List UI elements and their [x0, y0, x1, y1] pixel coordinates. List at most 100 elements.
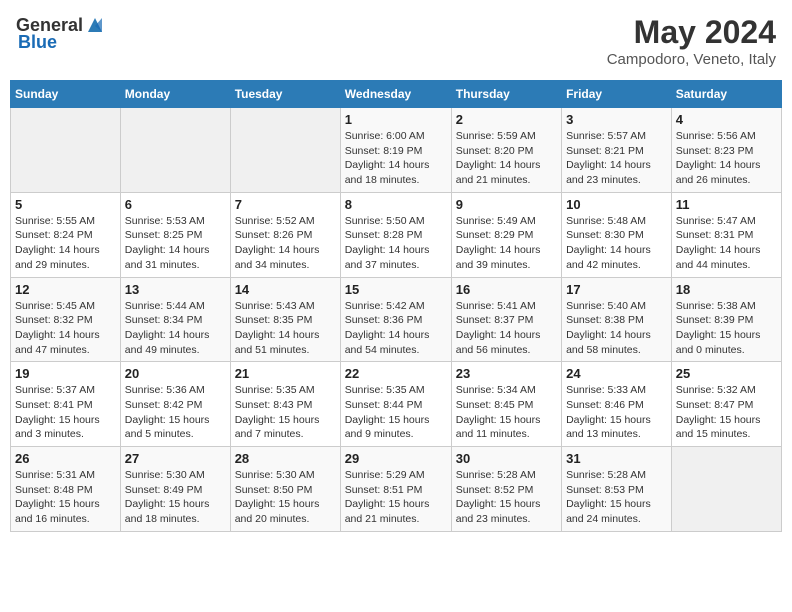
day-number: 7: [235, 197, 336, 212]
calendar-day-cell: [11, 108, 121, 193]
calendar-day-cell: 19 Sunrise: 5:37 AMSunset: 8:41 PMDayligh…: [11, 362, 121, 447]
calendar-day-cell: 29Sunrise: 5:29 AMSunset: 8:51 PMDayligh…: [340, 447, 451, 532]
calendar-day-cell: 23Sunrise: 5:34 AMSunset: 8:45 PMDayligh…: [451, 362, 561, 447]
day-info: Sunrise: 5:53 AMSunset: 8:25 PMDaylight:…: [125, 214, 226, 273]
day-number: 19: [15, 366, 116, 381]
calendar-day-cell: 25 Sunrise: 5:32 AMSunset: 8:47 PMDayligh…: [671, 362, 781, 447]
day-number: 15: [345, 282, 447, 297]
calendar-day-cell: 26 Sunrise: 5:31 AMSunset: 8:48 PMDayligh…: [11, 447, 121, 532]
day-number: 13: [125, 282, 226, 297]
calendar-day-cell: 27 Sunrise: 5:30 AMSunset: 8:49 PMDayligh…: [120, 447, 230, 532]
day-number: 16: [456, 282, 557, 297]
calendar-table: SundayMondayTuesdayWednesdayThursdayFrid…: [10, 80, 782, 532]
day-number: 20: [125, 366, 226, 381]
title-block: May 2024 Campodoro, Veneto, Italy: [607, 14, 776, 68]
day-number: 11: [676, 197, 777, 212]
page-subtitle: Campodoro, Veneto, Italy: [607, 51, 776, 68]
day-number: 23: [456, 366, 557, 381]
day-number: 27: [125, 451, 226, 466]
calendar-day-cell: 21 Sunrise: 5:35 AMSunset: 8:43 PMDayligh…: [230, 362, 340, 447]
calendar-day-cell: 10Sunrise: 5:48 AMSunset: 8:30 PMDayligh…: [562, 192, 672, 277]
day-info: Sunrise: 5:49 AMSunset: 8:29 PMDaylight:…: [456, 214, 557, 273]
day-info: Sunrise: 5:37 AMSunset: 8:41 PMDaylight:…: [15, 383, 116, 442]
calendar-day-cell: [230, 108, 340, 193]
weekday-header-wednesday: Wednesday: [340, 81, 451, 108]
calendar-day-cell: 6Sunrise: 5:53 AMSunset: 8:25 PMDaylight…: [120, 192, 230, 277]
day-info: Sunrise: 6:00 AMSunset: 8:19 PMDaylight:…: [345, 129, 447, 188]
logo: General Blue: [16, 14, 106, 53]
day-info: Sunrise: 5:50 AMSunset: 8:28 PMDaylight:…: [345, 214, 447, 273]
calendar-day-cell: 20 Sunrise: 5:36 AMSunset: 8:42 PMDayligh…: [120, 362, 230, 447]
calendar-header-row: SundayMondayTuesdayWednesdayThursdayFrid…: [11, 81, 782, 108]
calendar-day-cell: 4Sunrise: 5:56 AMSunset: 8:23 PMDaylight…: [671, 108, 781, 193]
day-info: Sunrise: 5:55 AMSunset: 8:24 PMDaylight:…: [15, 214, 116, 273]
day-info: Sunrise: 5:29 AMSunset: 8:51 PMDaylight:…: [345, 468, 447, 527]
weekday-header-sunday: Sunday: [11, 81, 121, 108]
calendar-day-cell: [120, 108, 230, 193]
calendar-day-cell: [671, 447, 781, 532]
calendar-week-row: 19 Sunrise: 5:37 AMSunset: 8:41 PMDayligh…: [11, 362, 782, 447]
calendar-day-cell: 3 Sunrise: 5:57 AMSunset: 8:21 PMDaylight…: [562, 108, 672, 193]
day-info: Sunrise: 5:52 AMSunset: 8:26 PMDaylight:…: [235, 214, 336, 273]
calendar-day-cell: 7 Sunrise: 5:52 AMSunset: 8:26 PMDaylight…: [230, 192, 340, 277]
calendar-day-cell: 9Sunrise: 5:49 AMSunset: 8:29 PMDaylight…: [451, 192, 561, 277]
day-number: 28: [235, 451, 336, 466]
weekday-header-monday: Monday: [120, 81, 230, 108]
calendar-day-cell: 1 Sunrise: 6:00 AMSunset: 8:19 PMDaylight…: [340, 108, 451, 193]
day-info: Sunrise: 5:31 AMSunset: 8:48 PMDaylight:…: [15, 468, 116, 527]
day-number: 18: [676, 282, 777, 297]
day-info: Sunrise: 5:44 AMSunset: 8:34 PMDaylight:…: [125, 299, 226, 358]
day-number: 22: [345, 366, 447, 381]
day-number: 24: [566, 366, 667, 381]
weekday-header-saturday: Saturday: [671, 81, 781, 108]
day-number: 3: [566, 112, 667, 127]
day-number: 30: [456, 451, 557, 466]
day-info: Sunrise: 5:30 AMSunset: 8:50 PMDaylight:…: [235, 468, 336, 527]
day-info: Sunrise: 5:41 AMSunset: 8:37 PMDaylight:…: [456, 299, 557, 358]
calendar-day-cell: 18 Sunrise: 5:38 AMSunset: 8:39 PMDayligh…: [671, 277, 781, 362]
calendar-day-cell: 31Sunrise: 5:28 AMSunset: 8:53 PMDayligh…: [562, 447, 672, 532]
day-number: 1: [345, 112, 447, 127]
calendar-week-row: 12 Sunrise: 5:45 AMSunset: 8:32 PMDayligh…: [11, 277, 782, 362]
calendar-day-cell: 8 Sunrise: 5:50 AMSunset: 8:28 PMDaylight…: [340, 192, 451, 277]
day-info: Sunrise: 5:40 AMSunset: 8:38 PMDaylight:…: [566, 299, 667, 358]
calendar-day-cell: 11 Sunrise: 5:47 AMSunset: 8:31 PMDayligh…: [671, 192, 781, 277]
weekday-header-thursday: Thursday: [451, 81, 561, 108]
calendar-day-cell: 28 Sunrise: 5:30 AMSunset: 8:50 PMDayligh…: [230, 447, 340, 532]
calendar-day-cell: 24 Sunrise: 5:33 AMSunset: 8:46 PMDayligh…: [562, 362, 672, 447]
logo-blue-text: Blue: [18, 32, 57, 53]
day-number: 26: [15, 451, 116, 466]
day-info: Sunrise: 5:47 AMSunset: 8:31 PMDaylight:…: [676, 214, 777, 273]
day-info: Sunrise: 5:42 AMSunset: 8:36 PMDaylight:…: [345, 299, 447, 358]
day-info: Sunrise: 5:59 AMSunset: 8:20 PMDaylight:…: [456, 129, 557, 188]
day-info: Sunrise: 5:35 AMSunset: 8:44 PMDaylight:…: [345, 383, 447, 442]
day-info: Sunrise: 5:45 AMSunset: 8:32 PMDaylight:…: [15, 299, 116, 358]
logo-icon: [84, 14, 106, 36]
day-info: Sunrise: 5:32 AMSunset: 8:47 PMDaylight:…: [676, 383, 777, 442]
day-number: 31: [566, 451, 667, 466]
calendar-day-cell: 2 Sunrise: 5:59 AMSunset: 8:20 PMDaylight…: [451, 108, 561, 193]
day-number: 2: [456, 112, 557, 127]
weekday-header-tuesday: Tuesday: [230, 81, 340, 108]
day-number: 21: [235, 366, 336, 381]
day-info: Sunrise: 5:33 AMSunset: 8:46 PMDaylight:…: [566, 383, 667, 442]
day-number: 10: [566, 197, 667, 212]
calendar-day-cell: 14Sunrise: 5:43 AMSunset: 8:35 PMDayligh…: [230, 277, 340, 362]
day-number: 8: [345, 197, 447, 212]
day-info: Sunrise: 5:56 AMSunset: 8:23 PMDaylight:…: [676, 129, 777, 188]
calendar-day-cell: 22 Sunrise: 5:35 AMSunset: 8:44 PMDayligh…: [340, 362, 451, 447]
calendar-day-cell: 17Sunrise: 5:40 AMSunset: 8:38 PMDayligh…: [562, 277, 672, 362]
day-info: Sunrise: 5:38 AMSunset: 8:39 PMDaylight:…: [676, 299, 777, 358]
calendar-week-row: 26 Sunrise: 5:31 AMSunset: 8:48 PMDayligh…: [11, 447, 782, 532]
calendar-week-row: 5Sunrise: 5:55 AMSunset: 8:24 PMDaylight…: [11, 192, 782, 277]
day-info: Sunrise: 5:28 AMSunset: 8:52 PMDaylight:…: [456, 468, 557, 527]
day-info: Sunrise: 5:30 AMSunset: 8:49 PMDaylight:…: [125, 468, 226, 527]
calendar-day-cell: 15 Sunrise: 5:42 AMSunset: 8:36 PMDayligh…: [340, 277, 451, 362]
day-number: 25: [676, 366, 777, 381]
day-number: 12: [15, 282, 116, 297]
day-info: Sunrise: 5:35 AMSunset: 8:43 PMDaylight:…: [235, 383, 336, 442]
page-title: May 2024: [607, 14, 776, 51]
day-number: 14: [235, 282, 336, 297]
day-info: Sunrise: 5:36 AMSunset: 8:42 PMDaylight:…: [125, 383, 226, 442]
day-info: Sunrise: 5:57 AMSunset: 8:21 PMDaylight:…: [566, 129, 667, 188]
